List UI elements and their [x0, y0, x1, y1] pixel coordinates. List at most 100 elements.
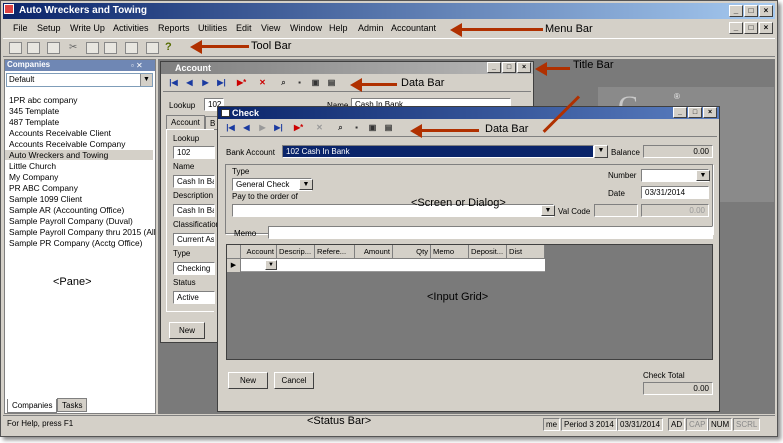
menu-view[interactable]: View [261, 23, 280, 33]
properties-icon[interactable] [47, 42, 60, 54]
menu-window[interactable]: Window [290, 23, 322, 33]
check-close-button[interactable]: × [703, 107, 717, 118]
minimize-button[interactable]: _ [729, 5, 743, 17]
pane-filter-select[interactable]: Default ▼ [6, 73, 153, 87]
bank-account-field[interactable]: 102 Cash In Bank [282, 145, 594, 158]
last-record-icon[interactable]: ▶| [217, 78, 226, 87]
next-record-icon[interactable]: ▶ [201, 78, 210, 87]
grid-col-qty[interactable]: Qty [393, 245, 431, 259]
menu-reports[interactable]: Reports [158, 23, 190, 33]
menu-help[interactable]: Help [329, 23, 348, 33]
new-record-icon[interactable]: ▶* [237, 78, 246, 87]
grid-col-description[interactable]: Descrip... [277, 245, 315, 259]
menu-utilities[interactable]: Utilities [198, 23, 227, 33]
lookup-field[interactable]: 102 [173, 146, 215, 159]
company-item[interactable]: Sample 1099 Client [9, 194, 82, 204]
tab-account[interactable]: Account [166, 115, 205, 129]
delete-record-icon[interactable]: ✕ [258, 78, 267, 87]
chevron-down-icon[interactable]: ▼ [594, 145, 608, 158]
type-field[interactable]: Checking [173, 262, 215, 275]
menu-setup[interactable]: Setup [37, 23, 61, 33]
find-icon[interactable]: ⌕ [336, 123, 345, 132]
chevron-down-icon[interactable]: ▼ [265, 260, 277, 270]
company-item[interactable]: Sample AR (Accounting Office) [9, 205, 124, 215]
new-record-icon[interactable]: ▶* [294, 123, 303, 132]
close-button[interactable]: × [759, 5, 773, 17]
company-item[interactable]: 1PR abc company [9, 95, 77, 105]
tab-companies[interactable]: Companies [7, 399, 58, 413]
layout-icon[interactable] [146, 42, 159, 54]
check-cancel-button[interactable]: Cancel [274, 372, 314, 389]
account-minimize-button[interactable]: _ [487, 62, 501, 73]
save-icon[interactable]: ▪ [352, 123, 361, 132]
input-grid[interactable]: Account Descrip... Refere... Amount Qty … [226, 244, 713, 360]
account-maximize-button[interactable]: □ [502, 62, 516, 73]
print-record-icon[interactable]: ▣ [368, 123, 377, 132]
new-doc-icon[interactable] [9, 42, 22, 54]
mdi-close-button[interactable]: × [759, 22, 773, 34]
menu-edit[interactable]: Edit [236, 23, 252, 33]
company-item[interactable]: PR ABC Company [9, 183, 78, 193]
name-field[interactable]: Cash In Ba [173, 175, 215, 188]
print-record-icon[interactable]: ▣ [311, 78, 320, 87]
company-item[interactable]: Sample PR Company (Acctg Office) [9, 238, 142, 248]
first-record-icon[interactable]: |◀ [226, 123, 235, 132]
menu-file[interactable]: File [13, 23, 28, 33]
grid-col-dist[interactable]: Dist [507, 245, 545, 259]
grid-col-reference[interactable]: Refere... [315, 245, 355, 259]
chevron-down-icon[interactable]: ▼ [696, 170, 710, 181]
find-icon[interactable]: ⌕ [279, 78, 288, 87]
menu-write-up[interactable]: Write Up [70, 23, 105, 33]
save-icon[interactable]: ▪ [295, 78, 304, 87]
mdi-minimize-button[interactable]: _ [729, 22, 743, 34]
date-field[interactable]: 03/31/2014 [641, 186, 709, 199]
check-maximize-button[interactable]: □ [688, 107, 702, 118]
next-record-icon[interactable]: ▶ [258, 123, 267, 132]
grid-col-amount[interactable]: Amount [355, 245, 393, 259]
copy-icon[interactable] [86, 42, 99, 54]
maximize-button[interactable]: □ [744, 5, 758, 17]
chevron-down-icon[interactable]: ▼ [140, 74, 152, 86]
company-item[interactable]: My Company [9, 172, 58, 182]
description-field[interactable]: Cash In Ba [173, 204, 215, 217]
properties-icon[interactable]: ▤ [384, 123, 393, 132]
company-item[interactable]: Accounts Receivable Client [9, 128, 111, 138]
menu-activities[interactable]: Activities [113, 23, 149, 33]
chevron-down-icon[interactable]: ▼ [299, 179, 313, 190]
prev-record-icon[interactable]: ◀ [242, 123, 251, 132]
mdi-restore-button[interactable]: □ [744, 22, 758, 34]
account-new-button[interactable]: New [169, 322, 205, 339]
prev-record-icon[interactable]: ◀ [185, 78, 194, 87]
copy-doc-icon[interactable] [27, 42, 40, 54]
company-item-selected[interactable]: Auto Wreckers and Towing [5, 150, 153, 160]
first-record-icon[interactable]: |◀ [169, 78, 178, 87]
grid-col-memo[interactable]: Memo [431, 245, 469, 259]
pin-icon[interactable]: ▫ ✕ [131, 61, 143, 70]
check-minimize-button[interactable]: _ [673, 107, 687, 118]
memo-field[interactable] [268, 226, 713, 239]
menu-admin[interactable]: Admin [358, 23, 384, 33]
cut-icon[interactable]: ✂ [69, 42, 82, 54]
company-item[interactable]: 345 Template [9, 106, 59, 116]
company-item[interactable]: Accounts Receivable Company [9, 139, 125, 149]
grid-col-account[interactable]: Account [241, 245, 277, 259]
company-item[interactable]: 487 Template [9, 117, 59, 127]
company-item[interactable]: Sample Payroll Company (Duval) [9, 216, 133, 226]
company-item[interactable]: Little Church [9, 161, 56, 171]
company-item[interactable]: Sample Payroll Company thru 2015 (All St [9, 227, 157, 237]
tab-tasks[interactable]: Tasks [57, 398, 88, 412]
menu-accountant[interactable]: Accountant [391, 23, 436, 33]
status-field[interactable]: Active [173, 291, 215, 304]
print-icon[interactable] [125, 42, 138, 54]
classification-field[interactable]: Current As [173, 233, 215, 246]
paste-icon[interactable] [104, 42, 117, 54]
help-question-icon[interactable]: ? [165, 42, 178, 54]
properties-icon[interactable]: ▤ [327, 78, 336, 87]
last-record-icon[interactable]: ▶| [274, 123, 283, 132]
grid-row[interactable]: ▼ [241, 259, 545, 272]
check-new-button[interactable]: New [228, 372, 268, 389]
chevron-down-icon[interactable]: ▼ [541, 205, 555, 216]
grid-col-deposit[interactable]: Deposit... [469, 245, 507, 259]
delete-record-icon[interactable]: ✕ [315, 123, 324, 132]
account-close-button[interactable]: × [517, 62, 531, 73]
